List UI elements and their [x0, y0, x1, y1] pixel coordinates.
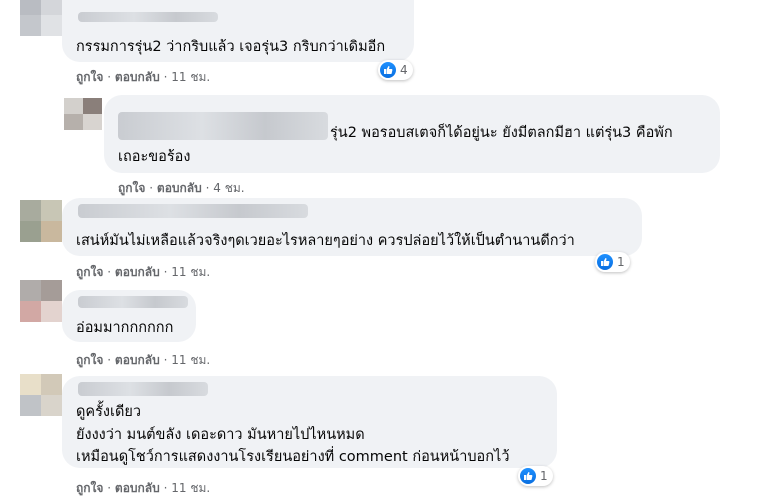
avatar[interactable]: [20, 280, 62, 322]
like-icon: [380, 62, 396, 78]
comment-text: ยังงงว่า มนต์ขลัง เดอะดาว มันหายไปไหนหมด: [76, 427, 365, 443]
comment-text: เสน่ห์มันไม่เหลือแล้วจริงๆดเวยอะไรหลายๆอ…: [76, 233, 575, 249]
timestamp[interactable]: 11 ชม.: [171, 481, 210, 495]
author-name[interactable]: [118, 112, 328, 140]
timestamp[interactable]: 4 ชม.: [213, 181, 244, 195]
timestamp[interactable]: 11 ชม.: [171, 70, 210, 84]
reply-link[interactable]: ตอบกลับ: [115, 481, 160, 495]
reaction-badge[interactable]: 1: [518, 466, 553, 486]
author-name[interactable]: [78, 382, 208, 396]
like-link[interactable]: ถูกใจ: [76, 70, 103, 84]
author-name[interactable]: [78, 296, 188, 308]
reply-link[interactable]: ตอบกลับ: [115, 70, 160, 84]
avatar[interactable]: [20, 0, 62, 36]
comment-text: ดูครั้งเดียว: [76, 404, 141, 420]
comment-text: กรรมการรุ่น2 ว่ากริบแล้ว เจอรุ่น3 กริบกว…: [76, 39, 386, 55]
avatar[interactable]: [20, 200, 62, 242]
like-icon: [520, 468, 536, 484]
like-link[interactable]: ถูกใจ: [76, 353, 103, 367]
reaction-count: 1: [617, 255, 625, 269]
reply-link[interactable]: ตอบกลับ: [115, 353, 160, 367]
comment-text: รุ่น2 พอรอบสเตจก็ได้อยู่นะ ยังมีตลกมีฮา …: [330, 125, 673, 141]
like-link[interactable]: ถูกใจ: [118, 181, 145, 195]
avatar[interactable]: [20, 374, 62, 416]
timestamp[interactable]: 11 ชม.: [171, 353, 210, 367]
comment-text: เหมือนดูโชว์การแสดงงานโรงเรียนอย่างที่ c…: [76, 449, 510, 465]
reaction-badge[interactable]: 4: [378, 60, 413, 80]
author-name[interactable]: [78, 204, 308, 218]
comment-meta: ถูกใจ · ตอบกลับ · 11 ชม.: [76, 481, 211, 495]
comment-text: เถอะขอร้อง: [118, 149, 191, 165]
reply-avatar[interactable]: [64, 98, 102, 130]
like-icon: [597, 254, 613, 270]
comment-meta: ถูกใจ · ตอบกลับ · 11 ชม.: [76, 265, 211, 279]
reaction-badge[interactable]: 1: [595, 252, 630, 272]
timestamp[interactable]: 11 ชม.: [171, 265, 210, 279]
reply-link[interactable]: ตอบกลับ: [115, 265, 160, 279]
reaction-count: 1: [540, 469, 548, 483]
reaction-count: 4: [400, 63, 408, 77]
comment-meta: ถูกใจ · ตอบกลับ · 11 ชม.: [76, 70, 211, 84]
comment-text: อ่อมมากกกกกก: [76, 320, 174, 336]
like-link[interactable]: ถูกใจ: [76, 481, 103, 495]
comment-meta: ถูกใจ · ตอบกลับ · 4 ชม.: [118, 181, 245, 195]
reply-link[interactable]: ตอบกลับ: [157, 181, 202, 195]
like-link[interactable]: ถูกใจ: [76, 265, 103, 279]
author-name[interactable]: [78, 12, 218, 22]
comment-meta: ถูกใจ · ตอบกลับ · 11 ชม.: [76, 353, 211, 367]
